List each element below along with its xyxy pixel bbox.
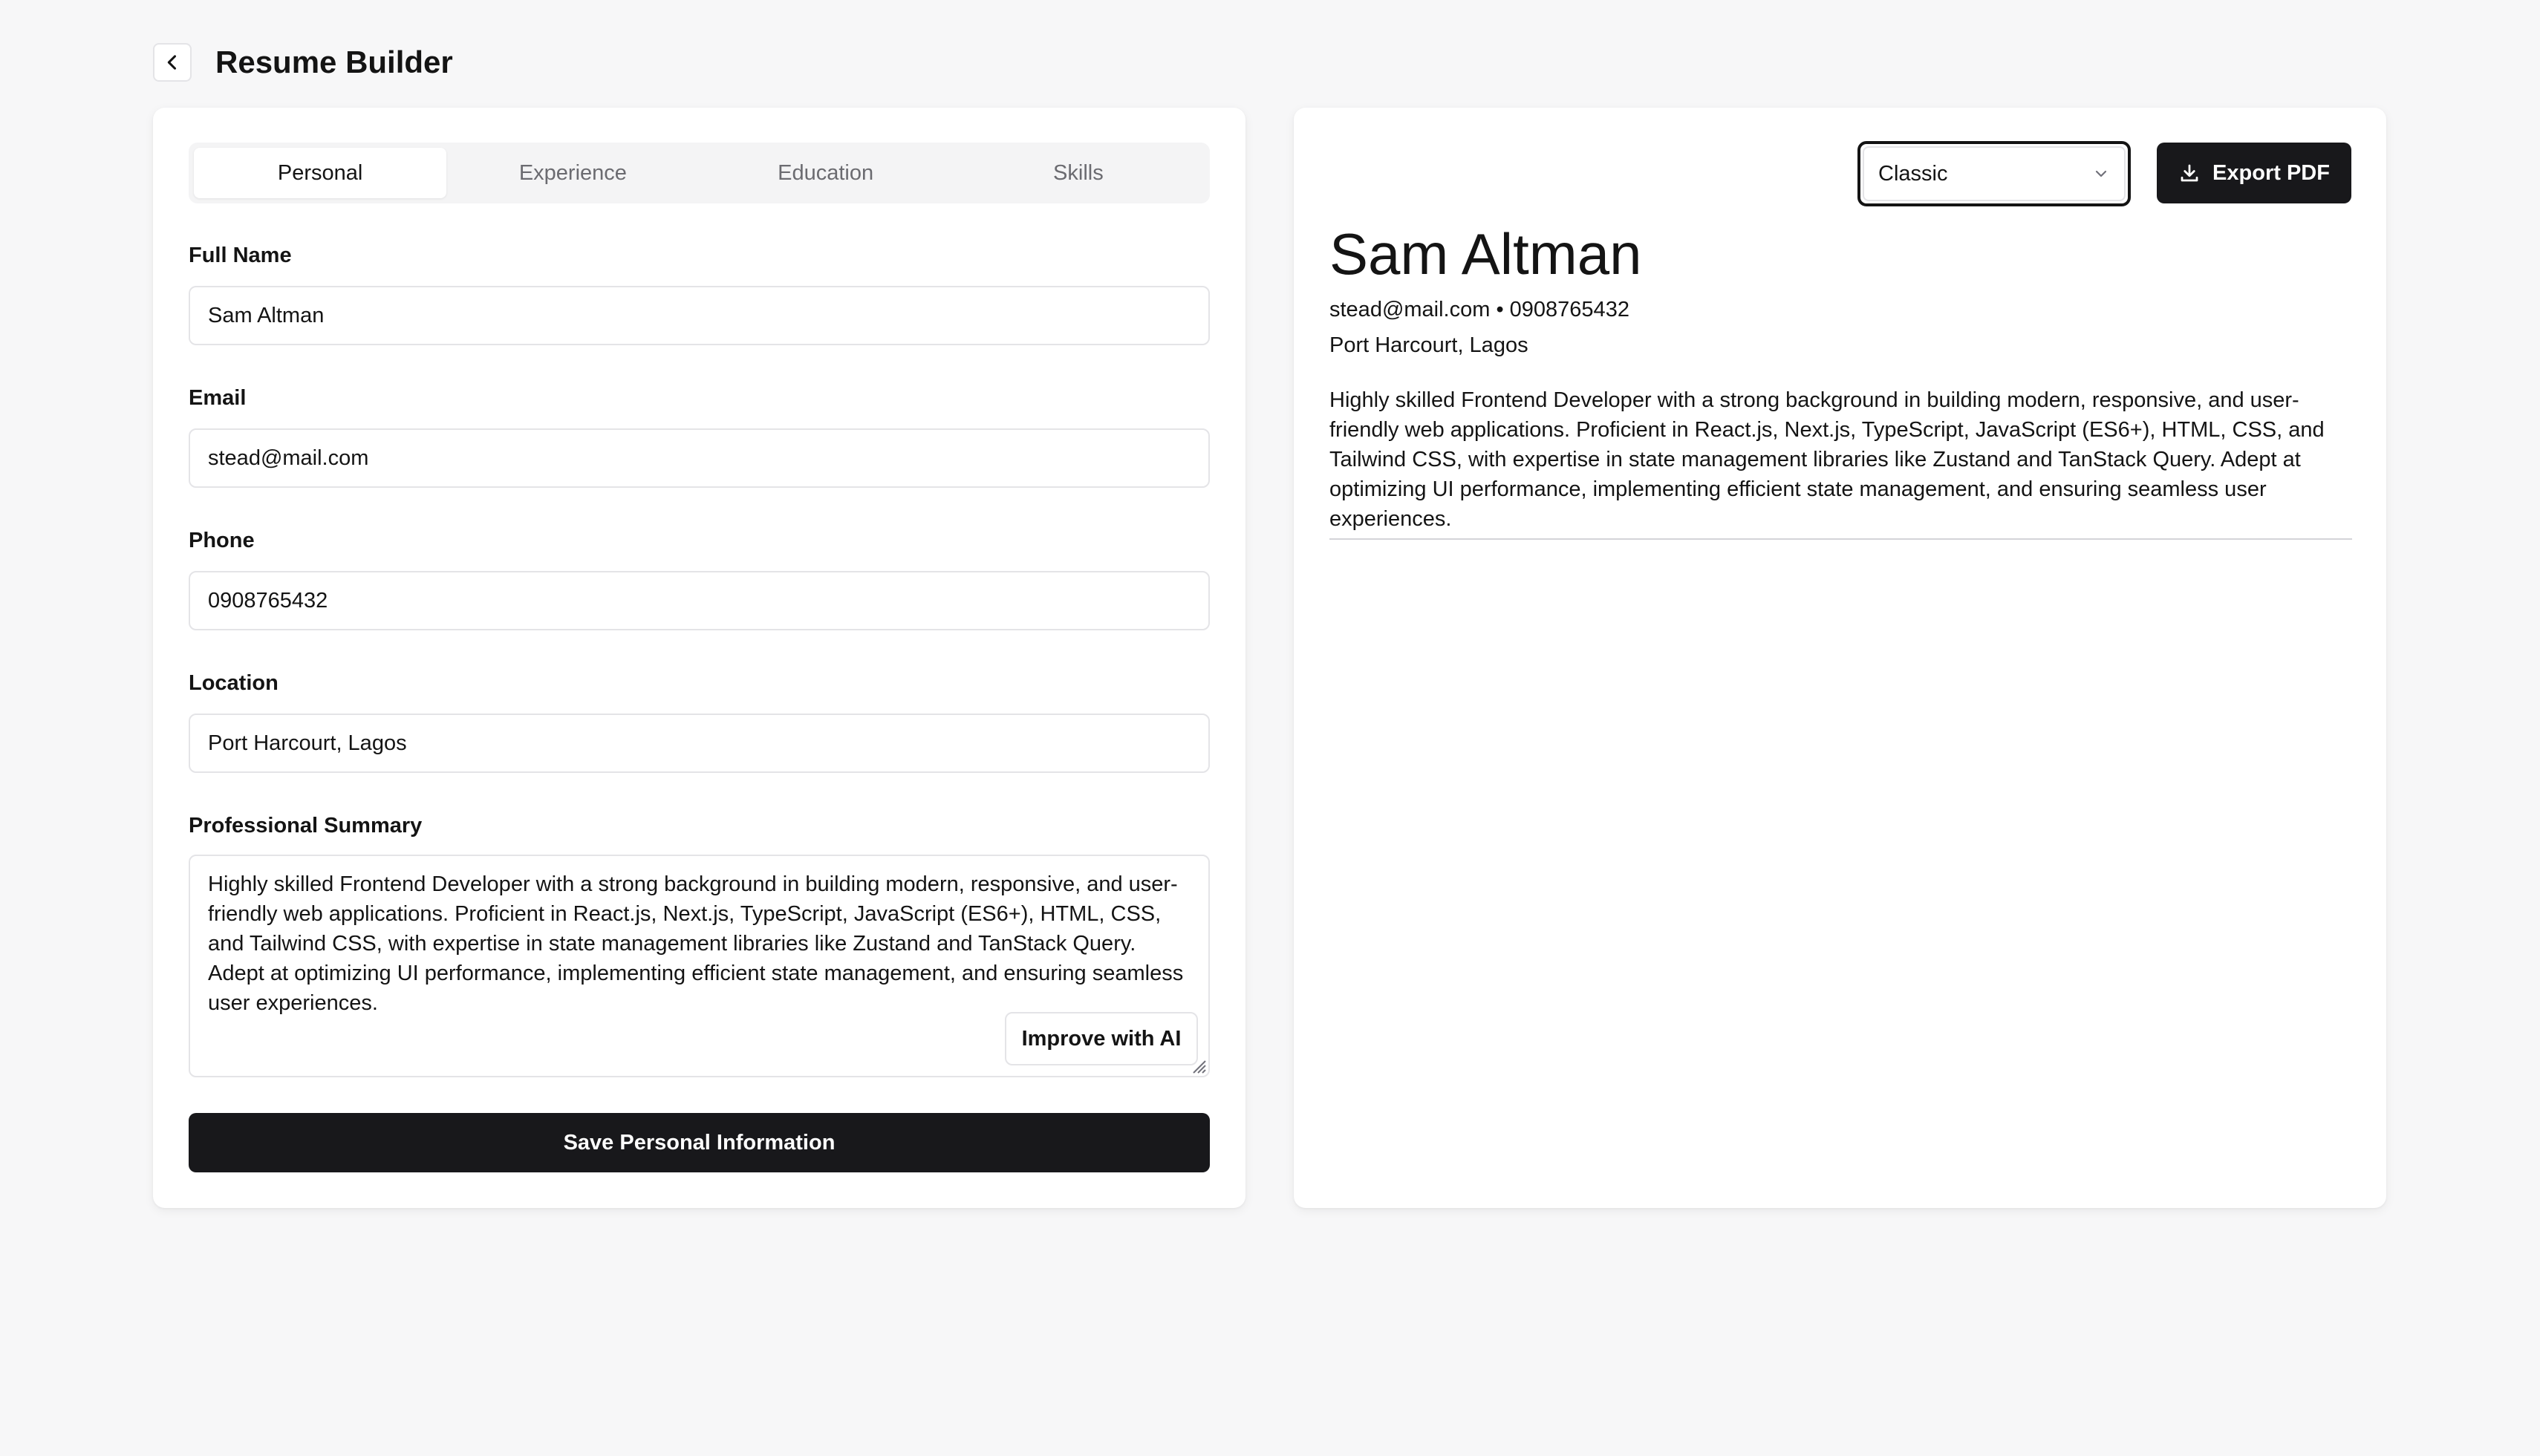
- section-tabs: Personal Experience Education Skills: [189, 143, 1210, 203]
- location-input[interactable]: Port Harcourt, Lagos: [189, 714, 1210, 773]
- tab-skills[interactable]: Skills: [952, 148, 1205, 198]
- back-button[interactable]: [153, 43, 192, 82]
- save-personal-info-button[interactable]: Save Personal Information: [189, 1113, 1210, 1172]
- resize-handle-icon[interactable]: [1188, 1055, 1207, 1074]
- resume-contact: stead@mail.com • 0908765432: [1329, 298, 1629, 321]
- page-header: Resume Builder: [153, 43, 453, 82]
- export-pdf-button[interactable]: Export PDF: [2157, 143, 2351, 203]
- tab-education[interactable]: Education: [700, 148, 952, 198]
- tab-experience[interactable]: Experience: [446, 148, 699, 198]
- template-select-value: Classic: [1878, 161, 1948, 186]
- full-name-input[interactable]: Sam Altman: [189, 286, 1210, 345]
- export-pdf-label: Export PDF: [2212, 160, 2330, 185]
- resume-location: Port Harcourt, Lagos: [1329, 333, 1528, 357]
- full-name-label: Full Name: [189, 244, 292, 267]
- phone-input[interactable]: 0908765432: [189, 571, 1210, 630]
- editor-panel: Personal Experience Education Skills Ful…: [153, 108, 1245, 1208]
- summary-textarea[interactable]: Highly skilled Frontend Developer with a…: [189, 855, 1210, 1077]
- download-icon: [2181, 164, 2198, 182]
- location-label: Location: [189, 671, 279, 695]
- resume-summary: Highly skilled Frontend Developer with a…: [1329, 385, 2352, 540]
- preview-panel: Classic Export PDF Sam Altman stead@mail…: [1294, 108, 2386, 1208]
- resume-name: Sam Altman: [1329, 221, 1642, 287]
- summary-text: Highly skilled Frontend Developer with a…: [208, 872, 1184, 1015]
- email-label: Email: [189, 386, 247, 410]
- tab-personal[interactable]: Personal: [194, 148, 447, 198]
- template-select[interactable]: Classic: [1857, 141, 2131, 206]
- improve-with-ai-button[interactable]: Improve with AI: [1005, 1012, 1198, 1065]
- phone-label: Phone: [189, 529, 255, 552]
- chevron-left-icon: [167, 55, 177, 70]
- chevron-down-icon: [2095, 170, 2107, 177]
- email-input[interactable]: stead@mail.com: [189, 428, 1210, 488]
- page-title: Resume Builder: [215, 45, 453, 79]
- summary-label: Professional Summary: [189, 814, 423, 838]
